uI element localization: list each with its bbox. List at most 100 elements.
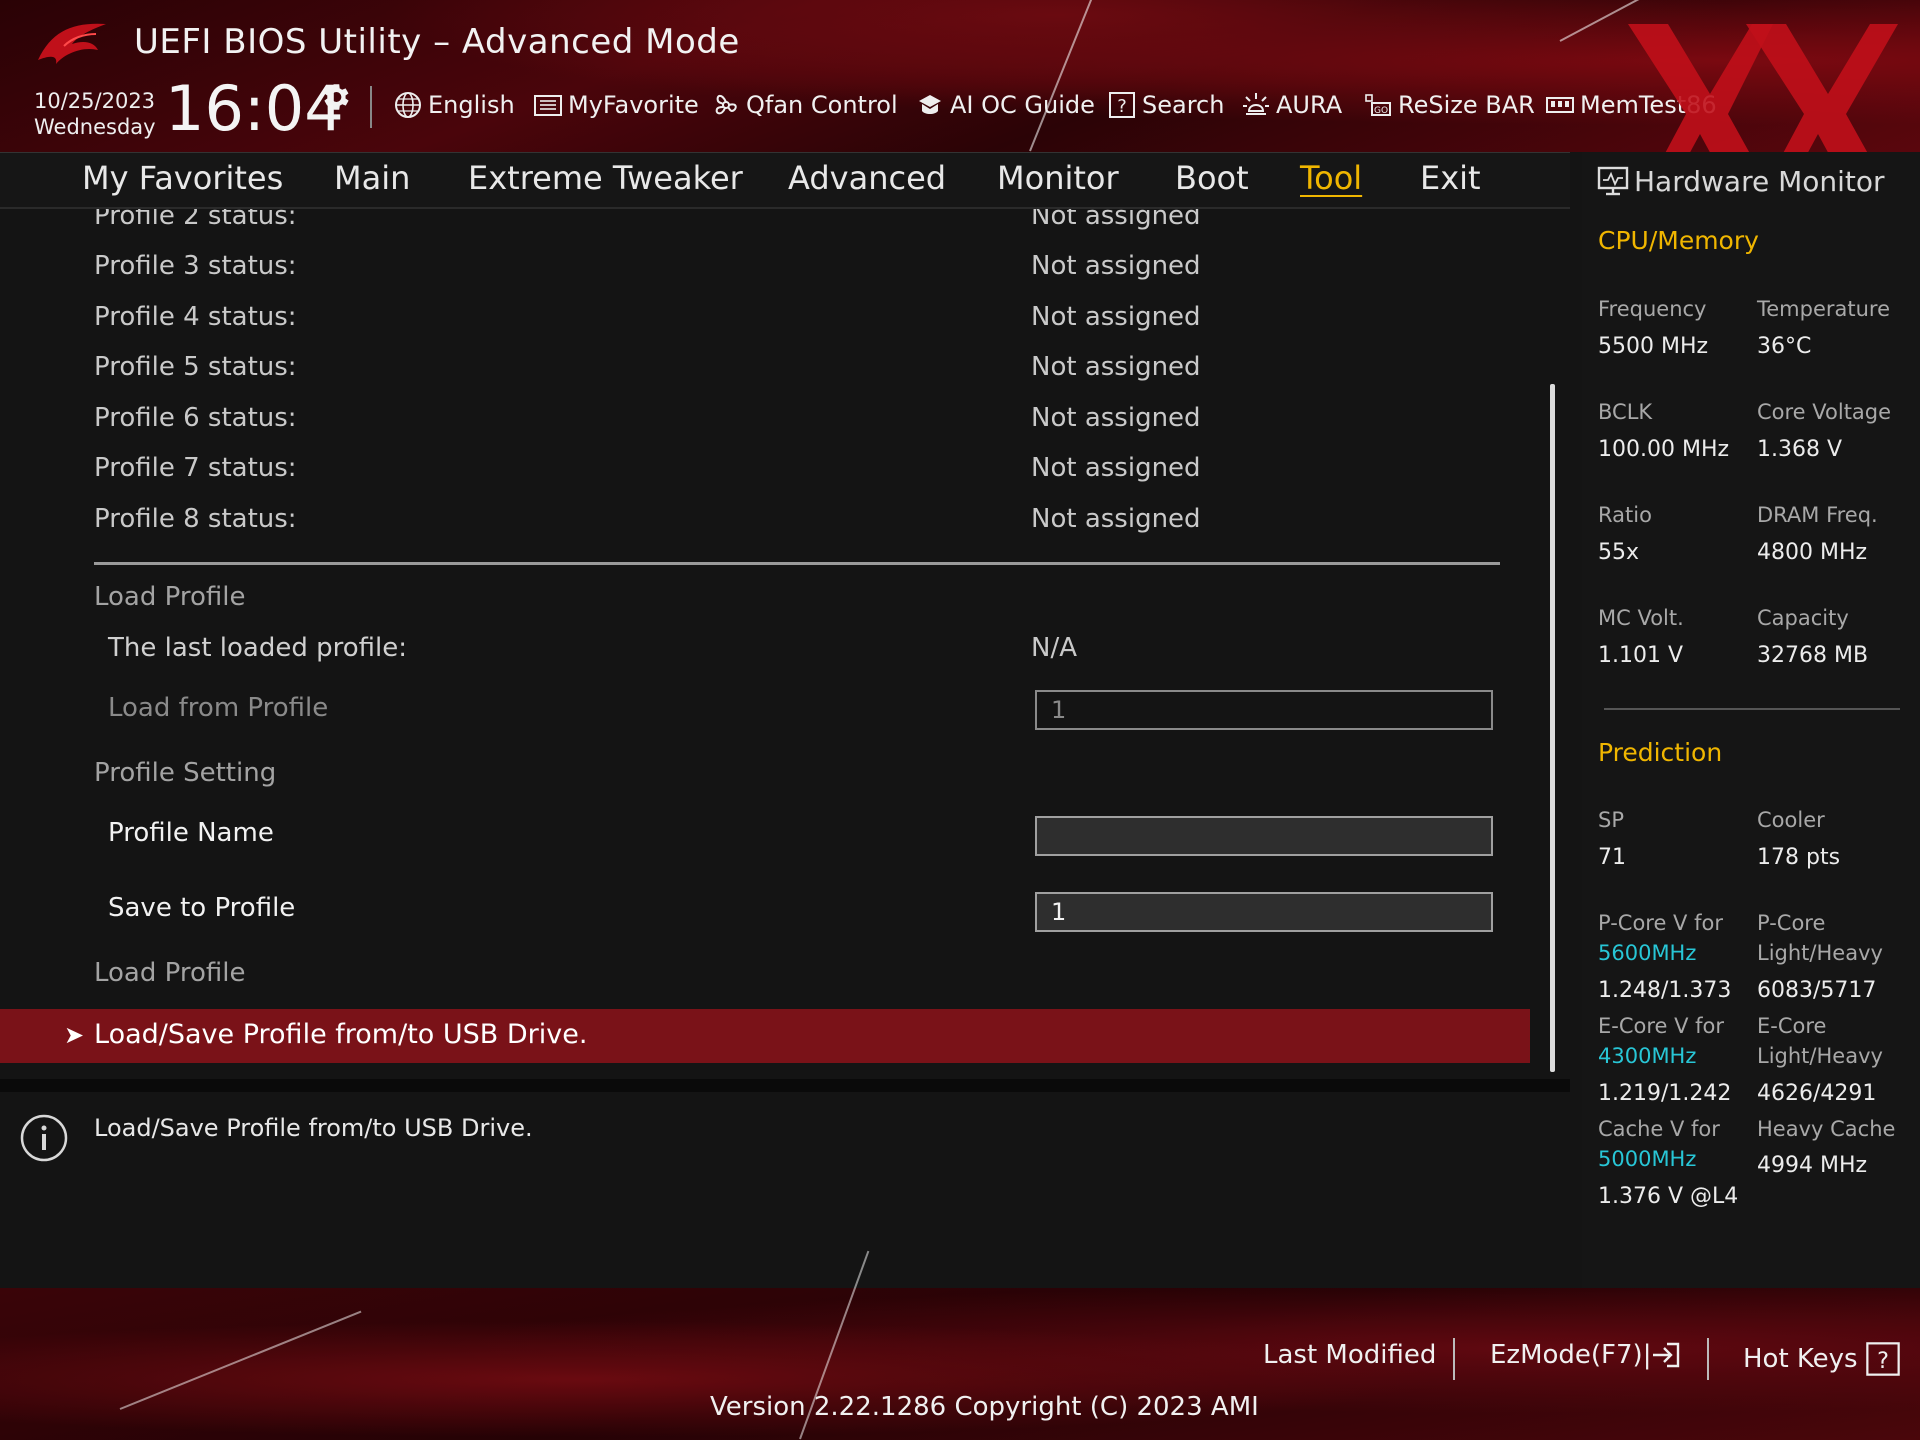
myfavorite-button[interactable]: MyFavorite	[532, 88, 699, 122]
usb-profile-menu-item[interactable]: ➤ Load/Save Profile from/to USB Drive.	[0, 1009, 1530, 1063]
cooler-value: 178 pts	[1757, 845, 1841, 870]
hot-keys-label: Hot Keys	[1743, 1344, 1858, 1374]
dram-freq-label: DRAM Freq.	[1757, 503, 1878, 527]
sp-value: 71	[1598, 845, 1626, 870]
help-question-icon: ?	[1865, 1342, 1900, 1376]
decorative-slash	[119, 1310, 362, 1410]
aura-button[interactable]: AURA	[1240, 88, 1342, 122]
qfan-control-label: Qfan Control	[746, 91, 898, 119]
tab-main[interactable]: Main	[334, 159, 410, 197]
ai-oc-guide-button[interactable]: AI OC Guide	[914, 88, 1095, 122]
tab-my-favorites[interactable]: My Favorites	[82, 159, 283, 197]
ecore-lh-value: 4626/4291	[1757, 1081, 1877, 1106]
settings-panel: Profile 2 status: Not assigned Profile 3…	[0, 209, 1570, 1079]
tab-exit[interactable]: Exit	[1420, 159, 1481, 197]
profile-8-status-value: Not assigned	[1031, 504, 1201, 534]
resize-bar-icon: GO	[1365, 94, 1391, 116]
load-profile-heading: Load Profile	[94, 582, 246, 612]
profile-4-status-label: Profile 4 status:	[94, 302, 297, 332]
capacity-label: Capacity	[1757, 606, 1849, 630]
hwmon-separator	[1604, 708, 1900, 710]
footer-divider	[1707, 1338, 1709, 1380]
save-to-profile-field[interactable]: 1	[1035, 892, 1493, 932]
mc-volt-label: MC Volt.	[1598, 606, 1684, 630]
cache-v-label: Cache V for	[1598, 1117, 1720, 1141]
last-modified-button[interactable]: Last Modified	[1263, 1340, 1436, 1370]
prediction-heading: Prediction	[1598, 738, 1723, 767]
profile-2-status-label: Profile 2 status:	[94, 209, 297, 231]
heavy-cache-value: 4994 MHz	[1757, 1153, 1868, 1178]
cache-v-value: 1.376 V @L4	[1598, 1184, 1739, 1209]
footer-bar: Last Modified EzMode(F7)| Hot Keys ? Ver…	[0, 1250, 1920, 1440]
tab-monitor[interactable]: Monitor	[997, 159, 1119, 197]
cooler-label: Cooler	[1757, 808, 1825, 832]
ecore-v-label: E-Core V for	[1598, 1014, 1725, 1038]
ai-oc-guide-icon	[919, 95, 941, 114]
rog-logo-icon	[38, 23, 106, 64]
search-button[interactable]: ? Search	[1106, 88, 1224, 122]
dram-freq-value: 4800 MHz	[1757, 540, 1868, 565]
load-from-profile-label: Load from Profile	[108, 693, 329, 723]
resize-bar-label: ReSize BAR	[1398, 91, 1535, 119]
ezmode-label: EzMode(F7)|	[1490, 1340, 1652, 1370]
ezmode-button[interactable]: EzMode(F7)|	[1490, 1340, 1681, 1370]
hot-keys-button[interactable]: Hot Keys ?	[1743, 1340, 1902, 1378]
tab-tool[interactable]: Tool	[1300, 159, 1362, 197]
ecore-lh-label-2: Light/Heavy	[1757, 1044, 1883, 1068]
cache-v-freq: 5000MHz	[1598, 1147, 1697, 1171]
tab-boot[interactable]: Boot	[1175, 159, 1249, 197]
header-bar: UEFI BIOS Utility – Advanced Mode 10/25/…	[0, 0, 1920, 204]
tab-extreme-tweaker[interactable]: Extreme Tweaker	[468, 159, 743, 197]
profile-5-status-value: Not assigned	[1031, 352, 1201, 382]
submenu-arrow-icon: ➤	[64, 1021, 85, 1049]
usb-profile-label: Load/Save Profile from/to USB Drive.	[94, 1019, 588, 1050]
profile-name-label: Profile Name	[108, 818, 274, 848]
tab-advanced[interactable]: Advanced	[788, 159, 946, 197]
sp-label: SP	[1598, 808, 1624, 832]
aura-label: AURA	[1276, 91, 1343, 119]
profile-3-status-label: Profile 3 status:	[94, 251, 297, 281]
profile-5-status-label: Profile 5 status:	[94, 352, 297, 382]
header-divider	[370, 86, 372, 128]
svg-text:GO: GO	[1374, 106, 1388, 116]
pcore-v-value: 1.248/1.373	[1598, 978, 1732, 1003]
help-panel: Load/Save Profile from/to USB Drive.	[0, 1092, 1570, 1288]
profile-6-status-value: Not assigned	[1031, 403, 1201, 433]
date-display: 10/25/2023 Wednesday	[34, 88, 156, 140]
temperature-value: 36°C	[1757, 334, 1812, 359]
pcore-lh-value: 6083/5717	[1757, 978, 1877, 1003]
profile-setting-heading: Profile Setting	[94, 758, 277, 788]
core-voltage-label: Core Voltage	[1757, 400, 1892, 424]
language-button[interactable]: English	[392, 88, 515, 122]
scrollbar[interactable]	[1550, 384, 1555, 1072]
help-separator	[0, 1079, 1570, 1092]
last-loaded-profile-label: The last loaded profile:	[108, 633, 407, 663]
globe-icon	[395, 92, 421, 118]
bclk-value: 100.00 MHz	[1598, 437, 1730, 462]
gear-icon[interactable]	[318, 80, 352, 114]
profile-name-field[interactable]	[1035, 816, 1493, 856]
profile-7-status-label: Profile 7 status:	[94, 453, 297, 483]
myfavorite-label: MyFavorite	[568, 91, 699, 119]
profile-8-status-label: Profile 8 status:	[94, 504, 297, 534]
version-text: Version 2.22.1286 Copyright (C) 2023 AMI	[710, 1392, 1259, 1422]
ratio-label: Ratio	[1598, 503, 1652, 527]
load-from-profile-field: 1	[1035, 690, 1493, 730]
qfan-control-button[interactable]: Qfan Control	[710, 88, 898, 122]
frequency-label: Frequency	[1598, 297, 1707, 321]
load-profile-button[interactable]: Load Profile	[94, 958, 245, 988]
svg-text:?: ?	[1877, 1348, 1889, 1374]
favorite-list-icon	[534, 95, 562, 116]
temperature-label: Temperature	[1757, 297, 1891, 321]
memtest-icon	[1546, 97, 1574, 113]
exit-arrow-icon	[1653, 1342, 1680, 1368]
pcore-lh-label-2: Light/Heavy	[1757, 941, 1883, 965]
profile-3-status-value: Not assigned	[1031, 251, 1201, 281]
language-label: English	[428, 91, 515, 119]
info-icon	[20, 1114, 68, 1162]
ecore-lh-label: E-Core	[1757, 1014, 1827, 1038]
svg-text:?: ?	[1117, 96, 1127, 117]
resize-bar-button[interactable]: GO ReSize BAR	[1362, 88, 1535, 122]
core-voltage-value: 1.368 V	[1757, 437, 1843, 462]
profile-6-status-label: Profile 6 status:	[94, 403, 297, 433]
